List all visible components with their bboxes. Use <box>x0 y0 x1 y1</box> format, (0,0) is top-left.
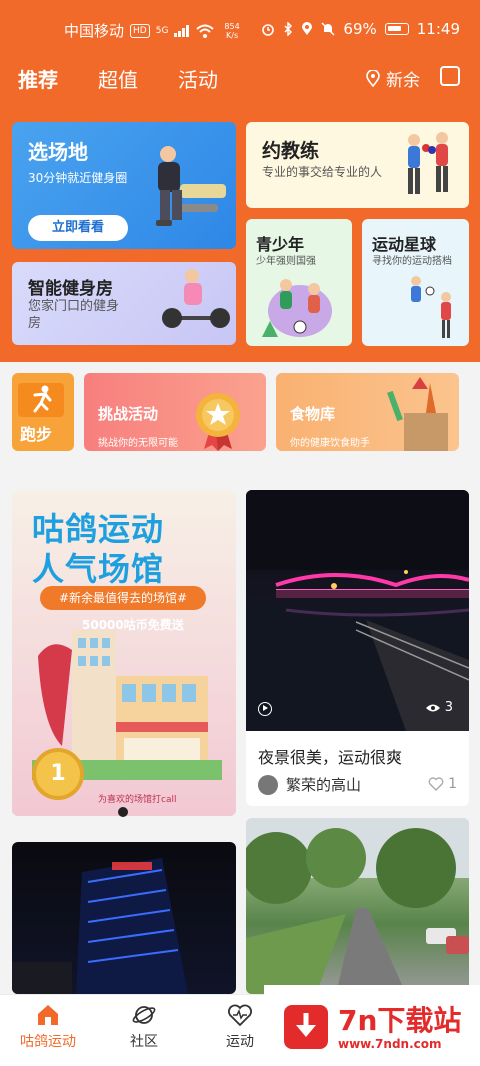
youth-subtitle: 少年强则国强 <box>256 256 316 267</box>
smart-gym-card[interactable]: 智能健身房 您家门口的健身房 <box>12 262 236 345</box>
coach-card[interactable]: 约教练 专业的事交给专业的人 <box>246 122 469 208</box>
banner-footer: 为喜欢的场馆打call <box>98 795 177 805</box>
speed-value: 854 <box>224 21 240 31</box>
night-bridge-photo <box>246 490 469 731</box>
coach-title: 约教练 <box>262 140 320 162</box>
nav-community-label: 社区 <box>130 1034 158 1050</box>
nav-home-label: 咕鸽运动 <box>20 1034 76 1050</box>
challenge-title: 挑战活动 <box>98 405 159 423</box>
top-header: 推荐 超值 活动 新余 <box>0 58 480 110</box>
watermark-overlay: 7n下载站 www.7ndn.com <box>264 985 480 1066</box>
soccer-illustration <box>262 279 332 337</box>
nav-sport-label: 运动 <box>226 1034 254 1050</box>
run-title: 跑步 <box>20 425 53 444</box>
view-count-value: 3 <box>444 700 453 715</box>
bridge-graphic <box>246 490 469 731</box>
tab-recommend[interactable]: 推荐 <box>18 64 58 93</box>
post-caption: 夜景很美，运动很爽 <box>258 748 403 767</box>
heartbeat-icon <box>228 1004 252 1027</box>
banner-pill: #新余最值得去的场馆# <box>40 586 206 610</box>
alarm-icon <box>262 24 275 36</box>
home-icon <box>38 1005 58 1025</box>
youth-card[interactable]: 青少年 少年强则国强 <box>246 219 352 346</box>
watermark-url: www.7ndn.com <box>338 1037 442 1051</box>
like-count: 1 <box>448 776 457 792</box>
heart-icon <box>428 777 444 791</box>
mute-icon <box>321 22 335 36</box>
youth-title: 青少年 <box>256 235 305 254</box>
food-library-shortcut[interactable]: 食物库 你的健康饮食助手 <box>276 373 459 451</box>
post-author[interactable]: 繁荣的高山 <box>258 774 361 795</box>
carousel-pager-dot[interactable] <box>118 807 128 817</box>
location-status-icon <box>302 22 313 35</box>
tab-value[interactable]: 超值 <box>98 64 138 93</box>
bluetooth-icon <box>284 22 293 36</box>
network-type: 5G <box>155 25 169 36</box>
boxers-illustration <box>408 132 448 194</box>
building-photo <box>12 858 188 994</box>
venue-view-button[interactable]: 立即看看 <box>28 215 128 241</box>
status-bar: 中国移动 HD 5G 854 K/s 69% 11:49 <box>0 0 480 58</box>
food-subtitle: 你的健康饮食助手 <box>290 438 370 449</box>
status-right: 69% 11:49 <box>261 20 460 38</box>
wifi-icon <box>196 24 215 38</box>
weightlifter-illustration <box>162 269 230 328</box>
view-count: 3 <box>425 700 453 715</box>
sport-planet-card[interactable]: 运动星球 寻找你的运动搭档 <box>362 219 469 346</box>
grocery-bag-icon <box>387 377 448 451</box>
gym-subtitle: 您家门口的健身房 <box>28 299 120 331</box>
avatar <box>258 774 278 795</box>
running-shortcut[interactable]: 跑步 <box>12 373 74 451</box>
calendar-icon[interactable] <box>440 66 460 86</box>
location-name: 新余 <box>386 71 420 91</box>
building-night-post[interactable] <box>12 842 236 994</box>
star-subtitle: 寻找你的运动搭档 <box>372 256 452 267</box>
clock: 11:49 <box>416 20 460 38</box>
venue-promo-banner[interactable]: 咕鸽运动 人气场馆 #新余最值得去的场馆# 50000咕币免费送 1 为喜欢的场… <box>12 490 236 816</box>
location-selector[interactable]: 新余 <box>366 66 420 91</box>
network-speed: 854 K/s <box>224 22 239 40</box>
gym-title: 智能健身房 <box>28 279 113 299</box>
food-title: 食物库 <box>290 405 336 423</box>
battery-icon <box>384 23 409 35</box>
volleyball-illustration <box>411 276 451 338</box>
location-pin-icon <box>366 70 380 87</box>
challenge-shortcut[interactable]: 挑战活动 挑战你的无限可能 <box>84 373 266 451</box>
eye-icon <box>425 704 440 711</box>
banner-title-line2: 人气场馆 <box>32 550 165 588</box>
hd-badge: HD <box>130 23 150 38</box>
battery-percent: 69% <box>343 20 377 38</box>
venue-subtitle: 30分钟就近健身圈 <box>28 171 128 185</box>
play-icon <box>258 702 272 716</box>
tab-activity[interactable]: 活动 <box>178 64 218 93</box>
star-title: 运动星球 <box>372 235 437 254</box>
road-photo <box>246 818 469 994</box>
medal-badge: 1 <box>32 748 84 800</box>
coach-subtitle: 专业的事交给专业的人 <box>262 165 383 179</box>
challenge-subtitle: 挑战你的无限可能 <box>98 438 178 449</box>
venue-card[interactable]: 选场地 30分钟就近健身圈 立即看看 <box>12 122 236 249</box>
nav-community[interactable]: 社区 <box>96 1003 192 1051</box>
fitness-person-illustration <box>156 146 226 226</box>
author-name: 繁荣的高山 <box>286 776 362 794</box>
medal-icon <box>196 393 240 451</box>
speed-unit: K/s <box>226 30 239 40</box>
status-left: 中国移动 HD 5G 854 K/s <box>64 20 240 41</box>
venue-title: 选场地 <box>28 140 88 164</box>
road-photo-post[interactable] <box>246 818 469 994</box>
carrier-name: 中国移动 <box>64 22 125 40</box>
night-scene-post[interactable]: 3 夜景很美，运动很爽 繁荣的高山 1 <box>246 490 469 806</box>
download-icon <box>284 1005 328 1049</box>
runner-icon <box>18 383 64 417</box>
like-button[interactable]: 1 <box>428 776 457 792</box>
nav-home[interactable]: 咕鸽运动 <box>0 1003 96 1051</box>
watermark-title: 7n下载站 <box>338 1004 462 1037</box>
planet-icon <box>132 1006 156 1024</box>
signal-icon <box>174 24 190 37</box>
